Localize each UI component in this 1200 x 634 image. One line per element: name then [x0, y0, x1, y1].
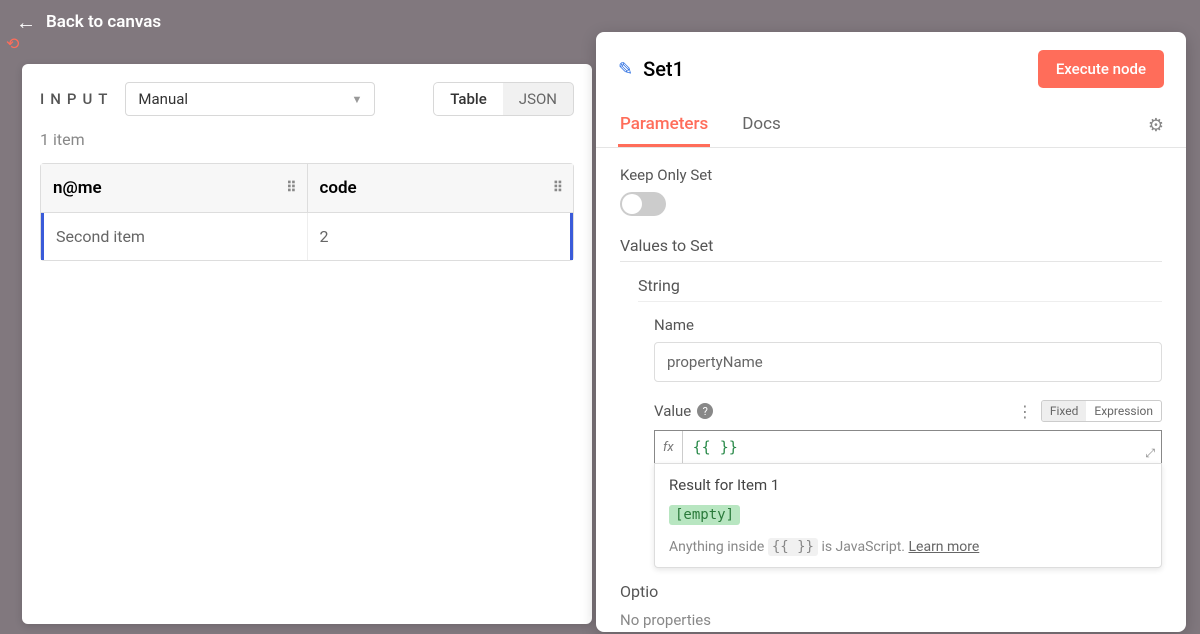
fixed-mode-button[interactable]: Fixed — [1042, 401, 1087, 421]
expression-result-popup: Result for Item 1 [empty] Anything insid… — [654, 463, 1162, 568]
view-toggle: Table JSON — [433, 82, 574, 116]
back-to-canvas-link[interactable]: ← Back to canvas — [16, 10, 161, 35]
learn-more-link[interactable]: Learn more — [908, 539, 979, 555]
input-panel: INPUT Manual ▼ Table JSON 1 item n@me ⠿ … — [22, 64, 592, 624]
values-to-set-label: Values to Set — [620, 236, 1162, 262]
toggle-knob — [622, 194, 642, 214]
execute-node-button[interactable]: Execute node — [1038, 50, 1164, 88]
options-menu-icon[interactable]: ⋮ — [1017, 402, 1033, 421]
input-mode-value: Manual — [138, 90, 188, 108]
help-icon[interactable]: ? — [697, 403, 713, 419]
drag-icon[interactable]: ⠿ — [286, 180, 294, 196]
table-view-button[interactable]: Table — [434, 83, 503, 115]
drag-icon[interactable]: ⠿ — [553, 180, 561, 196]
gear-icon[interactable]: ⚙ — [1148, 115, 1164, 136]
string-section-label: String — [638, 276, 1162, 302]
column-header[interactable]: n@me ⠿ — [41, 164, 308, 212]
table-row[interactable]: Second item 2 — [41, 213, 573, 260]
expand-icon[interactable]: ⤢ — [1145, 446, 1155, 461]
logo-icon: ⟲ — [6, 34, 19, 53]
column-header[interactable]: code ⠿ — [308, 164, 574, 212]
input-mode-select[interactable]: Manual ▼ — [125, 82, 375, 116]
back-arrow-icon: ← — [16, 10, 36, 35]
input-heading: INPUT — [40, 90, 113, 108]
back-label: Back to canvas — [46, 12, 161, 32]
expression-text: {{ }} — [683, 438, 748, 456]
item-count: 1 item — [40, 130, 574, 149]
chevron-down-icon: ▼ — [352, 93, 363, 106]
value-label: Value — [654, 402, 691, 420]
name-input[interactable] — [654, 342, 1162, 382]
cell: 2 — [308, 213, 571, 260]
no-properties-text: No properties — [620, 611, 1162, 629]
keep-only-set-label: Keep Only Set — [620, 166, 1162, 184]
fx-icon: fx — [655, 431, 683, 463]
result-value: [empty] — [669, 505, 740, 525]
expression-hint: Anything inside {{ }} is JavaScript. Lea… — [669, 539, 1147, 555]
tab-parameters[interactable]: Parameters — [618, 104, 710, 147]
result-title: Result for Item 1 — [669, 476, 1147, 494]
expression-input[interactable]: fx {{ }} ⤢ — [654, 430, 1162, 464]
node-editor-panel: ✎ Set1 Execute node Parameters Docs ⚙ Ke… — [596, 32, 1186, 632]
expression-mode-button[interactable]: Expression — [1086, 401, 1161, 421]
keep-only-set-toggle[interactable] — [620, 192, 666, 216]
edit-icon[interactable]: ✎ — [618, 59, 633, 80]
name-label: Name — [654, 316, 1162, 334]
input-table: n@me ⠿ code ⠿ Second item 2 — [40, 163, 574, 261]
cell: Second item — [44, 213, 308, 260]
tab-docs[interactable]: Docs — [740, 104, 783, 147]
node-title: Set1 — [643, 57, 684, 81]
option-label: Optio — [620, 582, 1162, 601]
json-view-button[interactable]: JSON — [503, 83, 573, 115]
